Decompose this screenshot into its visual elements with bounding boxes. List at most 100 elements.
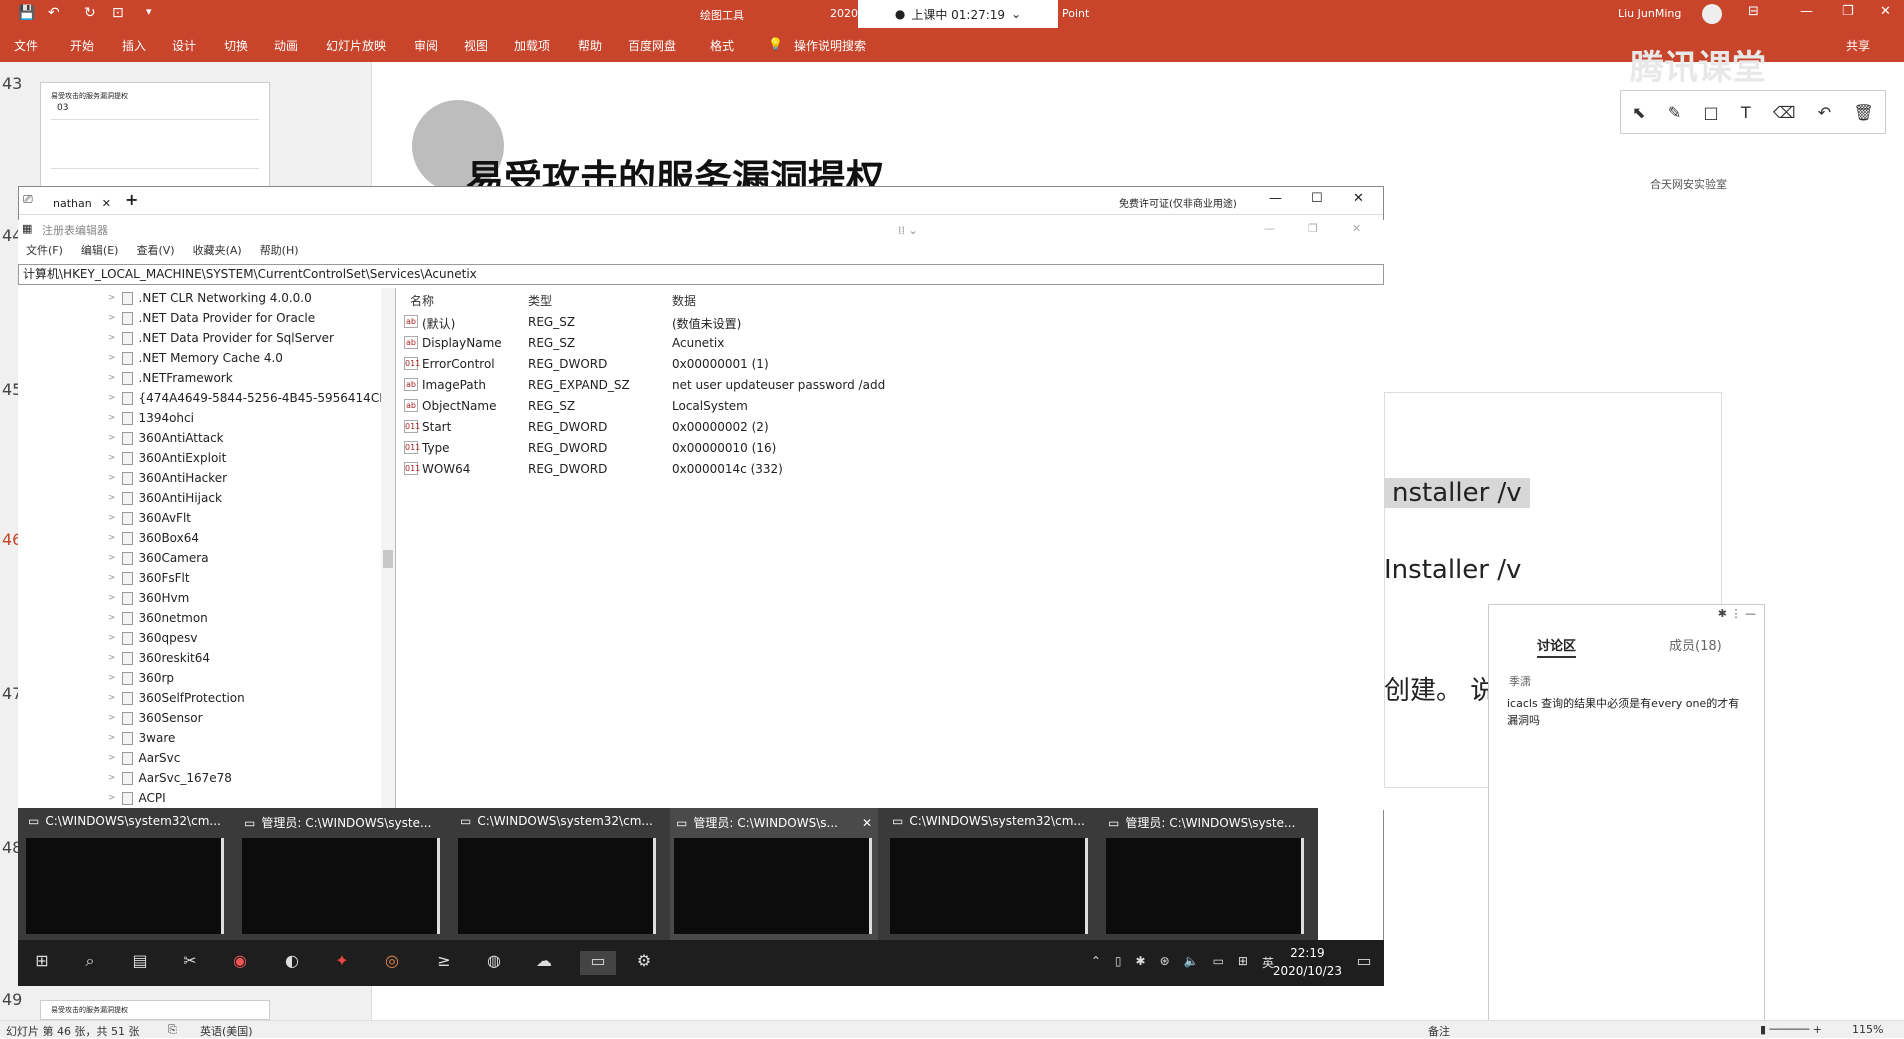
- value-row[interactable]: ab (默认) REG_SZ (数值未设置): [404, 312, 1384, 333]
- expand-arrow-icon[interactable]: >: [108, 333, 116, 343]
- close-icon[interactable]: ✕: [1352, 222, 1361, 235]
- chrome-icon[interactable]: ◎: [380, 951, 404, 975]
- eraser-icon[interactable]: ⌫: [1773, 103, 1796, 122]
- class-status-pill[interactable]: ● 上课中 01:27:19 ⌄: [858, 0, 1058, 28]
- tab-animations[interactable]: 动画: [274, 37, 298, 54]
- expand-arrow-icon[interactable]: >: [108, 733, 116, 743]
- avatar[interactable]: [1702, 4, 1722, 24]
- tree-item[interactable]: >360Box64: [108, 528, 199, 548]
- value-row[interactable]: ab DisplayName REG_SZ Acunetix: [404, 333, 1384, 354]
- expand-arrow-icon[interactable]: >: [108, 593, 116, 603]
- value-row[interactable]: ab ObjectName REG_SZ LocalSystem: [404, 396, 1384, 417]
- terminal-tab[interactable]: nathan ✕: [45, 191, 119, 215]
- tree-item[interactable]: > .NETFramework: [108, 368, 233, 388]
- save-icon[interactable]: 💾: [18, 5, 35, 21]
- tree-scrollbar[interactable]: [381, 288, 395, 808]
- collapse-icon[interactable]: —: [1745, 607, 1756, 620]
- tab-review[interactable]: 审阅: [414, 37, 438, 54]
- slide-thumbnail[interactable]: 易受攻击的服务漏洞提权: [40, 1000, 270, 1020]
- tree-item[interactable]: >360AntiExploit: [108, 448, 226, 468]
- ime-mode-icon[interactable]: ⊞: [1238, 954, 1248, 971]
- tab-members[interactable]: 成员(18): [1669, 635, 1722, 654]
- zoom-level[interactable]: 115%: [1852, 1023, 1883, 1036]
- tree-item[interactable]: > .NET Data Provider for SqlServer: [108, 328, 334, 348]
- expand-arrow-icon[interactable]: >: [108, 413, 116, 423]
- task-window[interactable]: ▭ C:\WINDOWS\system32\cm...: [454, 808, 662, 940]
- tree-item[interactable]: >360Sensor: [108, 708, 203, 728]
- battery-icon[interactable]: ▭: [1213, 954, 1224, 971]
- share-button[interactable]: 共享: [1846, 37, 1870, 54]
- value-row[interactable]: 011 Type REG_DWORD 0x00000010 (16): [404, 438, 1384, 459]
- tree-item[interactable]: >360FsFlt: [108, 568, 190, 588]
- tab-format[interactable]: 格式: [710, 37, 734, 54]
- expand-arrow-icon[interactable]: >: [108, 633, 116, 643]
- tab-file[interactable]: 文件: [14, 37, 38, 54]
- slide-thumbnail[interactable]: 易受攻击的服务漏洞提权 03: [40, 82, 270, 187]
- expand-arrow-icon[interactable]: >: [108, 493, 116, 503]
- expand-arrow-icon[interactable]: >: [108, 793, 116, 803]
- redo-icon[interactable]: ↻: [84, 5, 96, 21]
- notes-button[interactable]: 备注: [1428, 1023, 1450, 1039]
- tab-home[interactable]: 开始: [70, 37, 94, 54]
- settings-app-icon[interactable]: ⚙: [632, 951, 656, 975]
- column-header-type[interactable]: 类型: [528, 292, 552, 309]
- expand-arrow-icon[interactable]: >: [108, 473, 116, 483]
- value-row[interactable]: 011 WOW64 REG_DWORD 0x0000014c (332): [404, 459, 1384, 480]
- menu-help[interactable]: 帮助(H): [260, 242, 299, 262]
- network-app-icon[interactable]: ☁: [532, 951, 556, 975]
- minimize-icon[interactable]: —: [1269, 191, 1282, 206]
- value-row[interactable]: 011 Start REG_DWORD 0x00000002 (2): [404, 417, 1384, 438]
- rectangle-icon[interactable]: □: [1703, 103, 1718, 122]
- expand-arrow-icon[interactable]: >: [108, 673, 116, 683]
- vm-icon[interactable]: ◍: [482, 951, 506, 975]
- app-icon[interactable]: ✦: [330, 951, 354, 975]
- tell-me-search[interactable]: 操作说明搜索: [794, 37, 866, 54]
- vpn-icon[interactable]: ⊛: [1160, 954, 1170, 971]
- menu-file[interactable]: 文件(F): [26, 242, 63, 262]
- bluetooth-icon[interactable]: ✱: [1136, 954, 1146, 971]
- user-name[interactable]: Liu JunMing: [1618, 7, 1681, 20]
- tree-item[interactable]: > {474A4649-5844-5256-4B45-5956414CFFI: [108, 388, 395, 408]
- present-icon[interactable]: ⊡: [112, 5, 124, 21]
- task-window[interactable]: ▭ 管理员: C:\WINDOWS\syste...: [238, 808, 446, 940]
- tree-item[interactable]: > .NET Data Provider for Oracle: [108, 308, 315, 328]
- undo-icon[interactable]: ↶: [48, 5, 60, 21]
- column-header-name[interactable]: 名称: [410, 292, 434, 309]
- menu-view[interactable]: 查看(V): [136, 242, 174, 262]
- search-icon[interactable]: ⌕: [78, 951, 102, 975]
- tab-insert[interactable]: 插入: [122, 37, 146, 54]
- tab-addins[interactable]: 加载项: [514, 37, 550, 54]
- tree-item[interactable]: >360rp: [108, 668, 174, 688]
- accessibility-icon[interactable]: ⎘: [168, 1023, 177, 1037]
- toolbar-toggle-icon[interactable]: ⁞⁞ ⌄: [898, 224, 918, 237]
- value-row[interactable]: ab ImagePath REG_EXPAND_SZ net user updateu…: [404, 375, 1384, 396]
- close-icon[interactable]: ✕: [862, 816, 878, 830]
- value-row[interactable]: 011 ErrorControl REG_DWORD 0x00000001 (1): [404, 354, 1384, 375]
- snipping-icon[interactable]: ✂: [178, 951, 202, 975]
- text-icon[interactable]: T: [1741, 103, 1751, 122]
- minimize-icon[interactable]: —: [1800, 4, 1813, 19]
- expand-arrow-icon[interactable]: >: [108, 533, 116, 543]
- expand-arrow-icon[interactable]: >: [108, 693, 116, 703]
- zoom-slider[interactable]: ▮ ────── +: [1760, 1023, 1822, 1036]
- trash-icon[interactable]: 🗑: [1853, 103, 1873, 122]
- tree-item[interactable]: >360reskit64: [108, 648, 210, 668]
- start-icon[interactable]: ⊞: [30, 951, 54, 975]
- column-header-data[interactable]: 数据: [672, 292, 696, 309]
- tab-help[interactable]: 帮助: [578, 37, 602, 54]
- file-explorer-icon[interactable]: ▤: [128, 951, 152, 975]
- expand-arrow-icon[interactable]: >: [108, 513, 116, 523]
- minimize-icon[interactable]: —: [1264, 222, 1275, 235]
- tab-slideshow[interactable]: 幻灯片放映: [326, 37, 386, 54]
- tab-discussion[interactable]: 讨论区: [1537, 635, 1577, 658]
- language-indicator[interactable]: 英语(美国): [200, 1023, 253, 1039]
- pointer-icon[interactable]: ⬉: [1632, 103, 1645, 122]
- task-window-focused[interactable]: ▭ 管理员: C:\WINDOWS\s... ✕: [670, 808, 878, 940]
- new-tab-button[interactable]: +: [125, 190, 138, 209]
- menu-favorites[interactable]: 收藏夹(A): [193, 242, 242, 262]
- expand-arrow-icon[interactable]: >: [108, 553, 116, 563]
- tree-item[interactable]: >360Camera: [108, 548, 209, 568]
- pin-icon[interactable]: ✱: [1718, 607, 1727, 620]
- terminal-icon[interactable]: ≥: [432, 951, 456, 975]
- tree-item[interactable]: > .NET Memory Cache 4.0: [108, 348, 283, 368]
